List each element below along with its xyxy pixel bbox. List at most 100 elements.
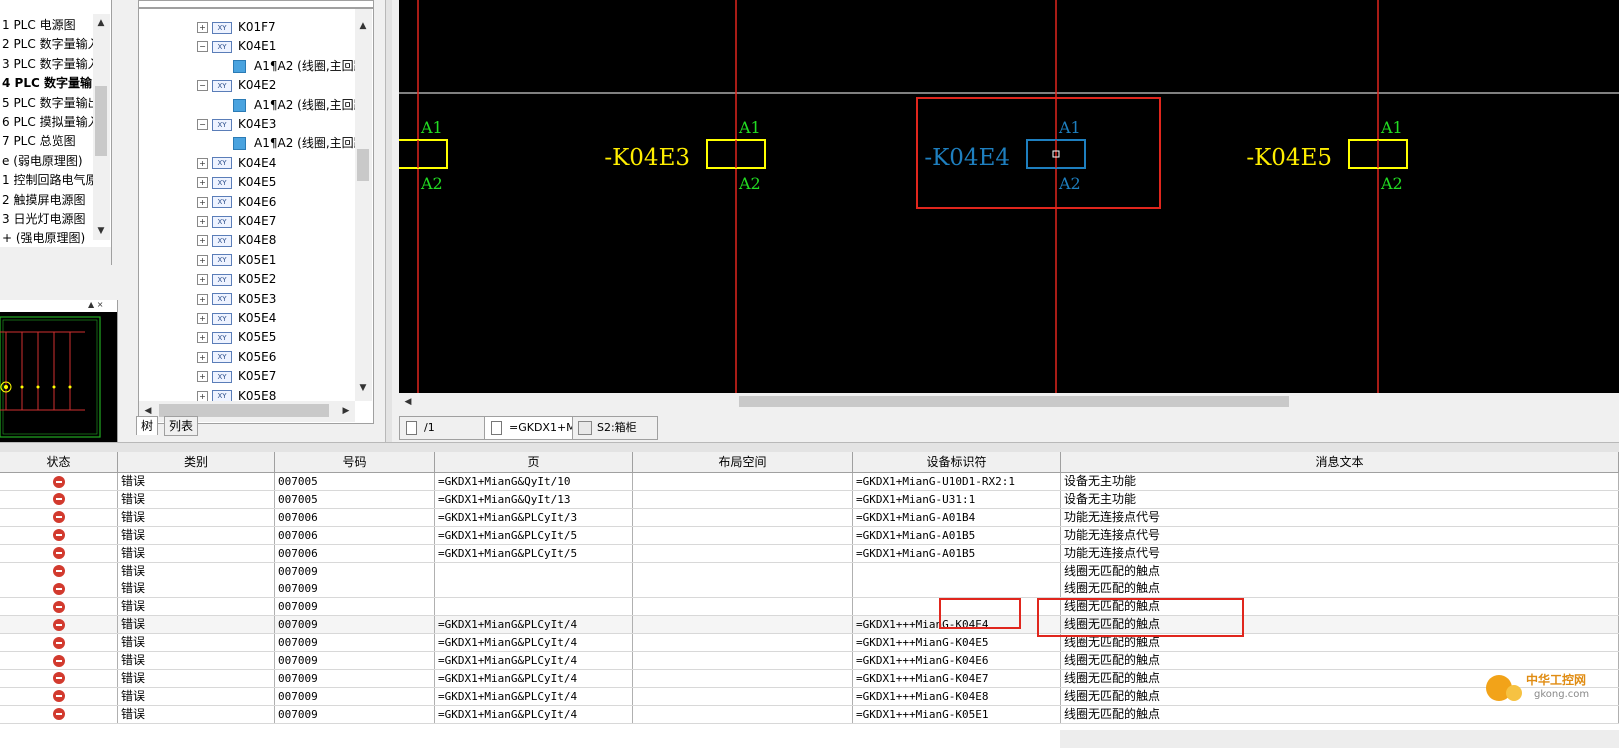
expand-icon[interactable]: + xyxy=(197,332,208,344)
expand-icon[interactable]: + xyxy=(197,177,208,189)
page-list-item[interactable]: 4 PLC 数字量输出 xyxy=(2,74,104,93)
column-header[interactable]: 设备标识符 xyxy=(853,452,1061,473)
tree-node[interactable]: + XY K04E4 xyxy=(197,153,276,173)
page-list-item[interactable]: 6 PLC 摸拟量输入 xyxy=(2,113,100,132)
table-row[interactable]: 错误 007009 =GKDX1+MianG&PLCyIt/4 =GKDX1+++Mi… xyxy=(0,634,1619,653)
table-row[interactable]: 错误 007006 =GKDX1+MianG&PLCyIt/5 =GKDX1+Mian… xyxy=(0,544,1619,563)
sheet-tab-label: S2:箱柜 xyxy=(597,421,637,434)
tree-scrollbar[interactable]: ▲ ▼ xyxy=(355,9,372,401)
page-list-item[interactable]: 3 PLC 数字量输入 xyxy=(2,55,100,74)
column-header[interactable]: 页 xyxy=(435,452,633,473)
tree-node[interactable]: − XY K04E1 xyxy=(197,36,276,56)
tree-node[interactable]: − XY K04E3 xyxy=(197,114,276,134)
column-header[interactable]: 消息文本 xyxy=(1061,452,1619,473)
tab-tree[interactable]: 树 xyxy=(136,416,159,435)
page-list-scrollbar[interactable]: ▲ ▼ xyxy=(93,14,110,240)
page-list-item[interactable]: 1 控制回路电气原 xyxy=(2,171,97,190)
panel-splitter[interactable] xyxy=(385,0,392,442)
category-cell: 错误 xyxy=(121,580,275,598)
tab-list[interactable]: 列表 xyxy=(164,416,199,436)
tree-node[interactable]: + XY K05E2 xyxy=(197,269,276,289)
scroll-up-icon[interactable]: ▲ xyxy=(94,16,108,30)
scroll-down-icon[interactable]: ▼ xyxy=(94,224,108,238)
page-list-item[interactable]: e (弱电原理图) xyxy=(2,152,83,171)
sheet-tab-3[interactable]: S2:箱柜 xyxy=(572,416,658,440)
schematic-canvas[interactable]: A1 A2 A1 A2 -K04E3 A1 A2 -K04E4 A1 A2 -K04E5 xyxy=(399,0,1619,393)
expand-icon[interactable]: + xyxy=(197,216,208,227)
page-list-item[interactable]: 7 PLC 总览图 xyxy=(2,132,76,151)
page-list-item[interactable]: 1 PLC 电源图 xyxy=(2,16,76,35)
tree-node[interactable]: + XY K05E3 xyxy=(197,289,276,309)
table-hscroll[interactable] xyxy=(1060,730,1619,748)
tree-node[interactable]: + XY K04E5 xyxy=(197,172,276,192)
tree-node[interactable]: + XY K05E4 xyxy=(197,308,276,328)
page-list-item[interactable]: 2 触摸屏电源图 xyxy=(2,191,85,210)
collapse-icon[interactable]: − xyxy=(197,80,208,92)
page-list-item[interactable]: 2 PLC 数字量输入 xyxy=(2,35,100,54)
tree-node[interactable]: − XY K04E2 xyxy=(197,75,276,95)
expand-icon[interactable]: + xyxy=(197,157,208,169)
table-row[interactable]: 错误 007009 线圈无匹配的触点 xyxy=(0,598,1619,617)
column-header[interactable]: 类别 xyxy=(118,452,275,473)
scroll-left-icon[interactable]: ◀ xyxy=(401,395,415,409)
scroll-up-icon[interactable]: ▲ xyxy=(356,19,370,33)
category-cell: 错误 xyxy=(121,669,275,687)
table-row[interactable]: 错误 007009 =GKDX1+MianG&PLCyIt/4 =GKDX1+++Mi… xyxy=(0,705,1619,724)
page-list-item[interactable]: 3 日光灯电源图 xyxy=(2,210,85,229)
sheet-tab-1[interactable]: /1 xyxy=(399,416,485,440)
canvas-hscroll[interactable]: ◀ xyxy=(399,393,1619,410)
expand-icon[interactable]: + xyxy=(197,196,208,208)
table-row[interactable]: 错误 007009 线圈无匹配的触点 xyxy=(0,580,1619,599)
collapse-icon[interactable]: − xyxy=(197,41,208,53)
tree-node[interactable]: + XY K04E7 xyxy=(197,211,276,231)
scroll-thumb[interactable] xyxy=(739,396,1289,407)
tree-node[interactable]: + XY K05E6 xyxy=(197,347,276,367)
table-row[interactable]: 错误 007005 =GKDX1+MianG&QyIt/10 =GKDX1+MianG… xyxy=(0,473,1619,491)
scroll-thumb[interactable] xyxy=(357,149,369,181)
page-list-item[interactable]: + (强电原理图) xyxy=(2,229,85,248)
expand-icon[interactable]: + xyxy=(197,235,208,247)
expand-icon[interactable]: + xyxy=(197,313,208,324)
table-row[interactable]: 错误 007009 =GKDX1+MianG&PLCyIt/4 =GKDX1+++Mi… xyxy=(0,652,1619,670)
table-row[interactable]: 错误 007006 =GKDX1+MianG&PLCyIt/5 =GKDX1+Mian… xyxy=(0,526,1619,545)
column-header[interactable]: 布局空间 xyxy=(633,452,853,473)
tree-leaf[interactable]: A1¶A2 (线圈,主回路 xyxy=(233,95,366,115)
expand-icon[interactable]: + xyxy=(197,371,208,383)
collapse-icon[interactable]: ▲ × xyxy=(88,300,103,309)
page-list-item[interactable]: 5 PLC 数字量输出 xyxy=(2,94,100,113)
tree-node[interactable]: + XY K04E6 xyxy=(197,192,276,212)
tree-leaf[interactable]: A1¶A2 (线圈,主回路 xyxy=(233,133,366,153)
tree-node[interactable]: + XY K05E1 xyxy=(197,250,276,270)
device-navigator: + XY K01F7− XY K04E1 A1¶A2 (线圈,主回路 − XY K04E2 A1¶… xyxy=(132,0,380,455)
layout-cell xyxy=(636,544,853,562)
table-row[interactable]: 错误 007009 线圈无匹配的触点 xyxy=(0,562,1619,581)
column-header[interactable]: 号码 xyxy=(275,452,435,473)
table-row[interactable]: 错误 007009 =GKDX1+MianG&PLCyIt/4 =GKDX1+++Mi… xyxy=(0,687,1619,706)
expand-icon[interactable]: + xyxy=(197,254,208,266)
page-list-hscroll[interactable] xyxy=(0,247,111,265)
table-row[interactable]: 错误 007009 =GKDX1+MianG&PLCyIt/4 =GKDX1+++Mi… xyxy=(0,616,1619,635)
table-row[interactable]: 错误 007006 =GKDX1+MianG&PLCyIt/3 =GKDX1+Mian… xyxy=(0,508,1619,527)
scroll-right-icon[interactable]: ▶ xyxy=(339,404,353,418)
tree-node[interactable]: + XY K05E7 xyxy=(197,366,276,386)
expand-icon[interactable]: + xyxy=(197,351,208,363)
gear-icon xyxy=(1506,685,1522,701)
column-header[interactable]: 状态 xyxy=(0,452,118,473)
expand-icon[interactable]: + xyxy=(197,293,208,305)
filter-box[interactable] xyxy=(138,0,374,8)
coil-symbol[interactable] xyxy=(399,139,448,169)
page-thumbnail[interactable] xyxy=(0,312,117,450)
tree-node[interactable]: + XY K05E5 xyxy=(197,327,276,347)
scroll-thumb[interactable] xyxy=(95,86,107,156)
tree-leaf[interactable]: A1¶A2 (线圈,主回路 xyxy=(233,56,366,76)
expand-icon[interactable]: + xyxy=(197,22,208,33)
expand-icon[interactable]: + xyxy=(197,390,208,402)
collapse-icon[interactable]: − xyxy=(197,119,208,130)
tree-node[interactable]: + XY K04E8 xyxy=(197,230,276,250)
scroll-down-icon[interactable]: ▼ xyxy=(356,381,370,395)
table-row[interactable]: 错误 007009 =GKDX1+MianG&PLCyIt/4 =GKDX1+++Mi… xyxy=(0,669,1619,688)
tree-node[interactable]: + XY K01F7 xyxy=(197,17,276,37)
table-row[interactable]: 错误 007005 =GKDX1+MianG&QyIt/13 =GKDX1+MianG… xyxy=(0,490,1619,509)
sheet-tab-2[interactable]: =GKDX1+M... xyxy=(484,416,586,440)
expand-icon[interactable]: + xyxy=(197,274,208,286)
